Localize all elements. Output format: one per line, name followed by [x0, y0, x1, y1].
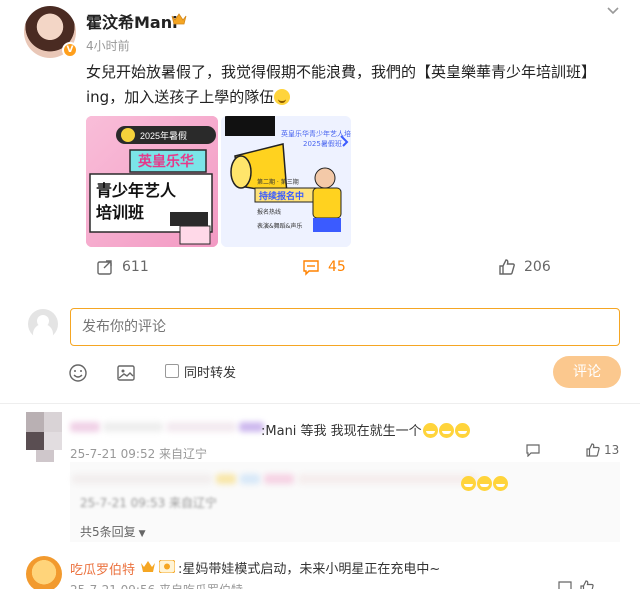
- poster-1-tag: 2025年暑假: [140, 130, 187, 141]
- comment-1-body: :Mani 等我 我现在就生一个: [261, 424, 422, 439]
- comment-count: 45: [328, 259, 346, 275]
- submit-comment-button[interactable]: 评论: [553, 356, 621, 388]
- poster-2-graphic: 英皇乐华青少年艺人培训班 2025暑假班 持续报名中 第二期 · 第三期 报名热…: [221, 116, 351, 247]
- poster-2-sub: 2025暑假班: [303, 139, 342, 148]
- grin-emoji-icon: [422, 423, 438, 438]
- smile-emoji-icon: [274, 89, 291, 105]
- like-action[interactable]: 206: [498, 258, 551, 276]
- reply-1-emojis: [460, 473, 508, 492]
- comment-2-badges: [140, 560, 175, 573]
- comment-2-meta: 25-7-21 09:56 来自吃瓜罗伯特: [70, 581, 243, 589]
- poster-1-line2: 培训班: [96, 203, 144, 222]
- comment-icon[interactable]: [558, 580, 572, 589]
- image-icon[interactable]: [116, 363, 136, 383]
- comment-1-text: :Mani 等我 我现在就生一个: [261, 420, 470, 439]
- repost-checkbox-label: 同时转发: [184, 366, 237, 381]
- weibo-post: V 霍汶希Mani 4小时前 女兒开始放暑假了，我觉得假期不能浪費，我們的【英皇…: [0, 0, 640, 300]
- crown-icon: [171, 13, 187, 25]
- poster-1-brand: 英皇乐华: [137, 153, 194, 170]
- laugh-emoji-icon: [493, 476, 508, 491]
- poster-2-note3: 表演&舞蹈&声乐: [257, 222, 302, 230]
- poster-2-status: 持续报名中: [259, 190, 304, 202]
- comment-1-like-count: 13: [604, 443, 620, 457]
- poster-1-graphic: 2025年暑假 英皇乐华 青少年艺人 培训班: [86, 116, 218, 247]
- comment-icon: [303, 260, 319, 276]
- repost-count: 611: [122, 259, 149, 275]
- poster-2-note2: 报名热线: [257, 208, 281, 216]
- fan-badge-icon: [159, 560, 175, 573]
- thumbs-up-icon[interactable]: [580, 580, 594, 589]
- comment-1-reply-action[interactable]: [526, 443, 540, 457]
- comment-2-avatar[interactable]: [26, 556, 62, 589]
- repost-action[interactable]: 611: [96, 258, 149, 276]
- repost-checkbox[interactable]: [165, 364, 179, 378]
- comment-input[interactable]: [70, 308, 620, 346]
- caret-down-icon: ▼: [138, 529, 146, 539]
- chevron-down-icon[interactable]: [605, 2, 621, 18]
- post-text: 女兒开始放暑假了，我觉得假期不能浪費，我們的【英皇樂華青少年培訓班】ing，加入…: [86, 60, 606, 110]
- poster-2-note1: 第二期 · 第三期: [257, 178, 299, 186]
- comment-1-avatar[interactable]: [26, 412, 62, 462]
- grin-emoji-icon: [438, 423, 454, 438]
- reply-1-blurred: [72, 474, 478, 484]
- thumbs-up-icon: [499, 259, 515, 275]
- author-name[interactable]: 霍汶希Mani: [86, 9, 178, 33]
- post-time: 4小时前: [86, 39, 130, 53]
- my-avatar: [28, 309, 58, 339]
- comment-1-like-action[interactable]: 13: [586, 443, 619, 457]
- comment-1-author-blurred[interactable]: [70, 422, 264, 432]
- repost-icon: [97, 260, 112, 275]
- comment-2-author[interactable]: 吃瓜罗伯特: [70, 559, 135, 578]
- laugh-emoji-icon: [477, 476, 492, 491]
- reply-count-link[interactable]: 共5条回复 ▼: [80, 523, 146, 540]
- reply-count-label: 共5条回复: [80, 525, 136, 539]
- poster-1-line1: 青少年艺人: [96, 181, 177, 200]
- post-text-body: 女兒开始放暑假了，我觉得假期不能浪費，我們的【英皇樂華青少年培訓班】ing，加入…: [86, 63, 597, 106]
- reply-1-meta: 25-7-21 09:53 来自辽宁: [80, 496, 218, 510]
- crown-icon: [141, 561, 155, 572]
- comment-2-text: :星妈带娃模式启动，未来小明星正在充电中~: [178, 562, 441, 577]
- grin-emoji-icon: [454, 423, 470, 438]
- comment-icon: [526, 444, 540, 457]
- verified-badge-icon: V: [62, 42, 78, 58]
- like-count: 206: [524, 259, 551, 275]
- post-image-1[interactable]: 2025年暑假 英皇乐华 青少年艺人 培训班: [86, 116, 218, 247]
- comment-action[interactable]: 45: [302, 258, 346, 276]
- laugh-emoji-icon: [461, 476, 476, 491]
- comment-1-meta: 25-7-21 09:52 来自辽宁: [70, 447, 208, 461]
- divider: [0, 403, 640, 404]
- emoji-icon[interactable]: [68, 363, 88, 383]
- thumbs-up-icon: [586, 443, 600, 457]
- comment-2-actions[interactable]: [558, 580, 594, 589]
- post-image-2[interactable]: 英皇乐华青少年艺人培训班 2025暑假班 持续报名中 第二期 · 第三期 报名热…: [221, 116, 351, 247]
